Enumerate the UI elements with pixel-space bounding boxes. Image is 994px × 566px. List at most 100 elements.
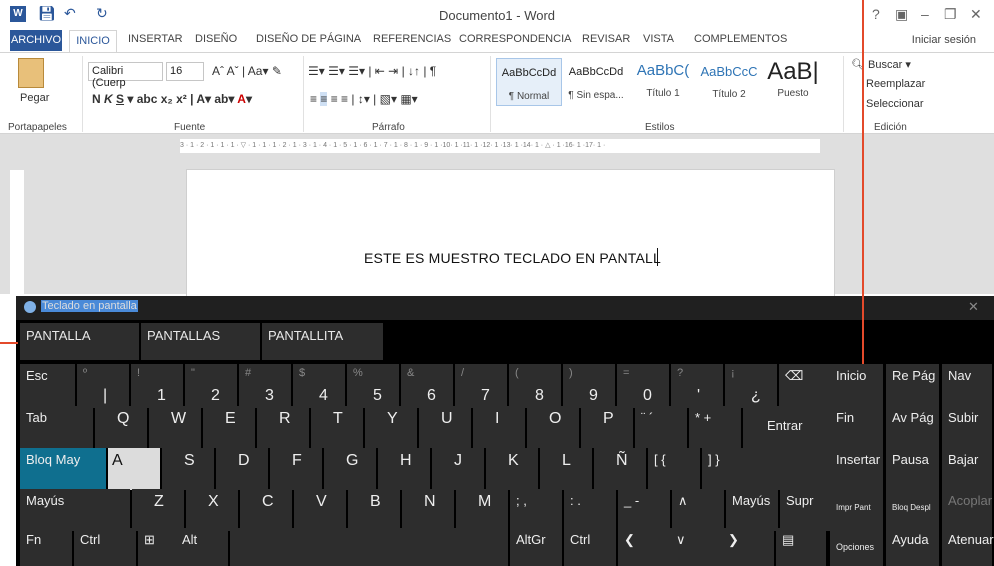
key-esc[interactable]: Esc (20, 364, 75, 408)
tab-archivo[interactable]: ARCHIVO (10, 30, 62, 51)
key-f[interactable]: F (270, 448, 322, 490)
key-h[interactable]: H (378, 448, 430, 490)
key-9[interactable]: ) 9 (563, 364, 615, 408)
key-ayuda[interactable]: Ayuda (886, 528, 939, 566)
key-fn[interactable]: Fn (20, 528, 72, 566)
list-icons[interactable]: ☰▾ ☰▾ ☰▾ | ⇤ ⇥ | ↓↑ | ¶ (308, 64, 436, 78)
key-altgr[interactable]: AltGr (510, 528, 562, 566)
key-symbol[interactable]: [ { (648, 448, 700, 490)
style-titulo-1[interactable]: AaBbC( Título 1 (630, 58, 696, 106)
key-c[interactable]: C (240, 489, 292, 531)
font-size-box[interactable]: 16 (166, 62, 204, 81)
key-r[interactable]: R (257, 406, 309, 448)
key-ctrl[interactable]: Ctrl (74, 528, 136, 566)
style-sin-espaciado[interactable]: AaBbCcDd ¶ Sin espa... (563, 58, 629, 106)
key-t[interactable]: T (311, 406, 363, 448)
key-2[interactable]: " 2 (185, 364, 237, 408)
key-0[interactable]: = 0 (617, 364, 669, 408)
key-u[interactable]: U (419, 406, 471, 448)
tab-vista[interactable]: VISTA (643, 33, 674, 45)
suggestion-pantalla[interactable]: PANTALLA (20, 323, 139, 360)
suggestion-pantallita[interactable]: PANTALLITA (262, 323, 383, 360)
key-b[interactable]: B (348, 489, 400, 531)
key-symbol[interactable]: ∧ (672, 489, 724, 531)
paste-button[interactable]: Pegar (20, 92, 49, 104)
tab-diseno-pagina[interactable]: DISEÑO DE PÁGINA (256, 33, 361, 45)
key-bloq-despl[interactable]: Bloq Despl (886, 489, 939, 531)
key-insertar[interactable]: Insertar (830, 448, 883, 490)
key-ctrl-right[interactable]: Ctrl (564, 528, 616, 566)
select-button[interactable]: Seleccionar (866, 98, 923, 110)
key-pausa[interactable]: Pausa (886, 448, 939, 490)
style-puesto[interactable]: AaB| Puesto (760, 58, 826, 106)
find-button[interactable]: 🔍︎ Buscar ▾ (851, 58, 911, 71)
help-button[interactable]: ? (872, 6, 880, 22)
key-y[interactable]: Y (365, 406, 417, 448)
tab-correspondencia[interactable]: CORRESPONDENCIA (459, 33, 571, 45)
key-atenuar[interactable]: Atenuar (942, 528, 994, 566)
tab-complementos[interactable]: COMPLEMENTOS (694, 33, 787, 45)
key-symbol[interactable]: ? ' (671, 364, 723, 408)
key-a[interactable]: A (108, 448, 160, 490)
key-g[interactable]: G (324, 448, 376, 490)
tab-insertar[interactable]: INSERTAR (128, 33, 183, 45)
key-bloq-may[interactable]: Bloq May (20, 448, 106, 490)
key-may-s[interactable]: Mayús (20, 489, 130, 531)
key-1[interactable]: ! 1 (131, 364, 183, 408)
key-o[interactable]: O (527, 406, 579, 448)
minimize-button[interactable]: – (921, 6, 929, 22)
key-re-p-g[interactable]: Re Pág (886, 364, 939, 406)
key-alt[interactable]: Alt (176, 528, 228, 566)
key-4[interactable]: $4 (293, 364, 345, 408)
key-z[interactable]: Z (132, 489, 184, 531)
key-v[interactable]: V (294, 489, 346, 531)
key-symbol[interactable]: * + (689, 406, 741, 448)
key-acoplar[interactable]: Acoplar (942, 489, 992, 531)
key-may-s-right[interactable]: Mayús (726, 489, 778, 531)
paste-icon[interactable] (18, 58, 44, 88)
tab-revisar[interactable]: REVISAR (582, 33, 630, 45)
key-5[interactable]: % 5 (347, 364, 399, 408)
key-3[interactable]: #3 (239, 364, 291, 408)
key-i[interactable]: I (473, 406, 525, 448)
keyboard-close-button[interactable]: ✕ (968, 299, 979, 315)
replace-button[interactable]: Reemplazar (866, 78, 925, 90)
key-bajar[interactable]: Bajar (942, 448, 992, 490)
ribbon-options-button[interactable]: ▣ (895, 6, 908, 23)
key-symbol[interactable]: º | (77, 364, 129, 408)
key-symbol[interactable]: : . (564, 489, 616, 531)
key-j[interactable]: J (432, 448, 484, 490)
key-av-p-g[interactable]: Av Pág (886, 406, 939, 448)
vertical-ruler[interactable] (10, 170, 24, 295)
key-symbol[interactable]: ▤ (776, 528, 826, 566)
key-symbol[interactable]: ❮ (618, 528, 670, 566)
key-s[interactable]: S (162, 448, 214, 490)
key-fin[interactable]: Fin (830, 406, 883, 448)
key-opciones[interactable]: Opciones (830, 528, 883, 566)
key-symbol[interactable]: _ - (618, 489, 670, 531)
key-k[interactable]: K (486, 448, 538, 490)
horizontal-ruler[interactable]: 3 · 1 · 2 · 1 · 1 · 1 · ▽ · 1 · 1 · 1 · … (180, 139, 820, 153)
key-d[interactable]: D (216, 448, 268, 490)
document-text[interactable]: ESTE ES MUESTRO TECLADO EN PANTALL (364, 250, 661, 266)
key-impr-pant[interactable]: Impr Pant (830, 489, 883, 531)
key-symbol[interactable]: ∨ (670, 528, 722, 566)
maximize-button[interactable]: ❐ (944, 6, 957, 23)
sign-in-link[interactable]: Iniciar sesión (912, 34, 976, 46)
key-8[interactable]: (8 (509, 364, 561, 408)
key-w[interactable]: W (149, 406, 201, 448)
tab-referencias[interactable]: REFERENCIAS (373, 33, 451, 45)
key-symbol[interactable]: ] } (702, 448, 842, 490)
close-button[interactable]: ✕ (970, 6, 982, 23)
tab-diseno[interactable]: DISEÑO (195, 33, 237, 45)
key-symbol[interactable]: ❯ (722, 528, 774, 566)
key-x[interactable]: X (186, 489, 238, 531)
style-normal[interactable]: AaBbCcDd ¶ Normal (496, 58, 562, 106)
align-icons[interactable]: ≡ ≡ ≡ ≡ | ↕▾ | ▧▾ ▦▾ (310, 92, 418, 106)
key-n[interactable]: N (402, 489, 454, 531)
key-m[interactable]: M (456, 489, 508, 531)
key-symbol[interactable]: ¡ ¿ (725, 364, 777, 408)
key-ñ[interactable]: Ñ (594, 448, 646, 490)
suggestion-pantallas[interactable]: PANTALLAS (141, 323, 260, 360)
key-l[interactable]: L (540, 448, 592, 490)
